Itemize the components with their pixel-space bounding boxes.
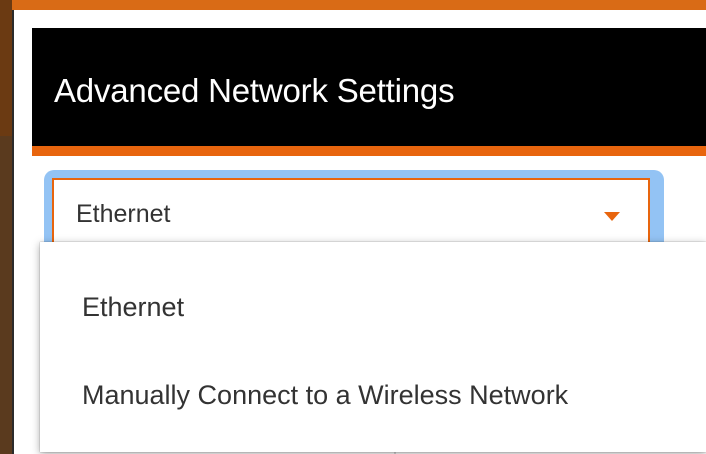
caret-down-icon[interactable] <box>604 212 620 221</box>
connection-type-dropdown-menu: Ethernet Manually Connect to a Wireless … <box>40 242 706 452</box>
dialog-header: Advanced Network Settings <box>32 28 706 146</box>
header-accent-bar <box>32 146 706 156</box>
menu-item-manual-wireless[interactable]: Manually Connect to a Wireless Network <box>40 352 706 438</box>
select-box[interactable]: Ethernet <box>52 178 650 248</box>
window-frame: Advanced Network Settings Ethernet Ether… <box>0 0 706 454</box>
frame-top-border <box>0 0 706 10</box>
menu-item-ethernet[interactable]: Ethernet <box>40 264 706 350</box>
dialog-title: Advanced Network Settings <box>54 72 455 109</box>
select-current-value: Ethernet <box>76 200 171 228</box>
frame-left-border-lower <box>0 136 12 454</box>
dialog-top-strip <box>14 10 706 28</box>
